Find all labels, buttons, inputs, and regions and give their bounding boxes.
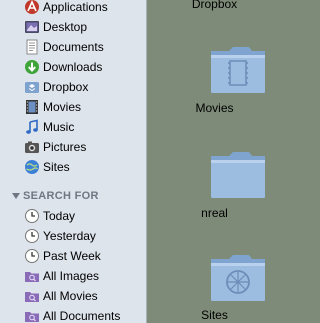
music-icon bbox=[24, 119, 40, 135]
sidebar-item-yesterday[interactable]: Yesterday bbox=[0, 226, 146, 245]
sidebar-item-label: Yesterday bbox=[43, 228, 96, 243]
sidebar-item-label: Today bbox=[43, 208, 76, 223]
file-item-label[interactable]: Dropbox bbox=[147, 0, 282, 11]
sidebar-item-label: Documents bbox=[43, 39, 104, 54]
search-for-title: SEARCH FOR bbox=[23, 190, 99, 202]
desktop-icon bbox=[24, 19, 40, 35]
sidebar-item-label: Music bbox=[43, 119, 75, 134]
file-item-label[interactable]: Sites bbox=[147, 308, 282, 322]
sidebar-item-dropbox[interactable]: Dropbox bbox=[0, 77, 146, 96]
sidebar-item-label: All Documents bbox=[43, 308, 121, 323]
smart-folder-icon bbox=[24, 308, 40, 323]
pictures-icon bbox=[24, 139, 40, 155]
smart-folder-icon bbox=[24, 288, 40, 304]
sidebar: Applications Desktop Documents Downloads… bbox=[0, 0, 147, 323]
sidebar-item-all-movies[interactable]: All Movies bbox=[0, 286, 146, 305]
downloads-icon bbox=[24, 59, 40, 75]
movies-icon bbox=[24, 99, 40, 115]
disclosure-triangle-icon[interactable] bbox=[12, 193, 20, 199]
sidebar-item-past-week[interactable]: Past Week bbox=[0, 246, 146, 265]
sidebar-item-all-documents[interactable]: All Documents bbox=[0, 306, 146, 323]
applications-icon bbox=[24, 0, 40, 15]
clock-icon bbox=[24, 228, 40, 244]
movies-folder-icon[interactable] bbox=[209, 43, 267, 95]
folder-icon[interactable] bbox=[209, 148, 267, 200]
sidebar-item-movies[interactable]: Movies bbox=[0, 97, 146, 116]
smart-folder-icon bbox=[24, 268, 40, 284]
sidebar-item-pictures[interactable]: Pictures bbox=[0, 137, 146, 156]
sidebar-item-downloads[interactable]: Downloads bbox=[0, 57, 146, 76]
sidebar-item-label: Past Week bbox=[43, 248, 101, 263]
sidebar-item-label: Dropbox bbox=[43, 79, 89, 94]
sidebar-item-label: Pictures bbox=[43, 139, 87, 154]
clock-icon bbox=[24, 208, 40, 224]
file-item-label[interactable]: Movies bbox=[147, 101, 282, 115]
sidebar-item-music[interactable]: Music bbox=[0, 117, 146, 136]
search-for-header[interactable]: SEARCH FOR bbox=[0, 188, 146, 204]
sidebar-item-label: Downloads bbox=[43, 59, 103, 74]
sidebar-item-label: All Movies bbox=[43, 288, 98, 303]
clock-icon bbox=[24, 248, 40, 264]
sites-icon bbox=[24, 159, 40, 175]
sidebar-item-today[interactable]: Today bbox=[0, 206, 146, 225]
documents-icon bbox=[24, 39, 40, 55]
sidebar-item-label: Movies bbox=[43, 99, 82, 114]
sidebar-item-label: All Images bbox=[43, 268, 100, 283]
sidebar-item-label: Sites bbox=[43, 159, 70, 174]
file-icon-view: Dropbox Movies nreal Sites bbox=[147, 0, 282, 323]
sidebar-item-sites[interactable]: Sites bbox=[0, 157, 146, 176]
sidebar-item-documents[interactable]: Documents bbox=[0, 37, 146, 56]
file-item-label[interactable]: nreal bbox=[147, 206, 282, 220]
sidebar-item-all-images[interactable]: All Images bbox=[0, 266, 146, 285]
sidebar-item-applications[interactable]: Applications bbox=[0, 0, 146, 16]
dropbox-icon bbox=[24, 79, 40, 95]
sites-folder-icon[interactable] bbox=[209, 251, 267, 303]
sidebar-item-desktop[interactable]: Desktop bbox=[0, 17, 146, 36]
sidebar-item-label: Desktop bbox=[43, 19, 88, 34]
sidebar-item-label: Applications bbox=[43, 0, 108, 14]
